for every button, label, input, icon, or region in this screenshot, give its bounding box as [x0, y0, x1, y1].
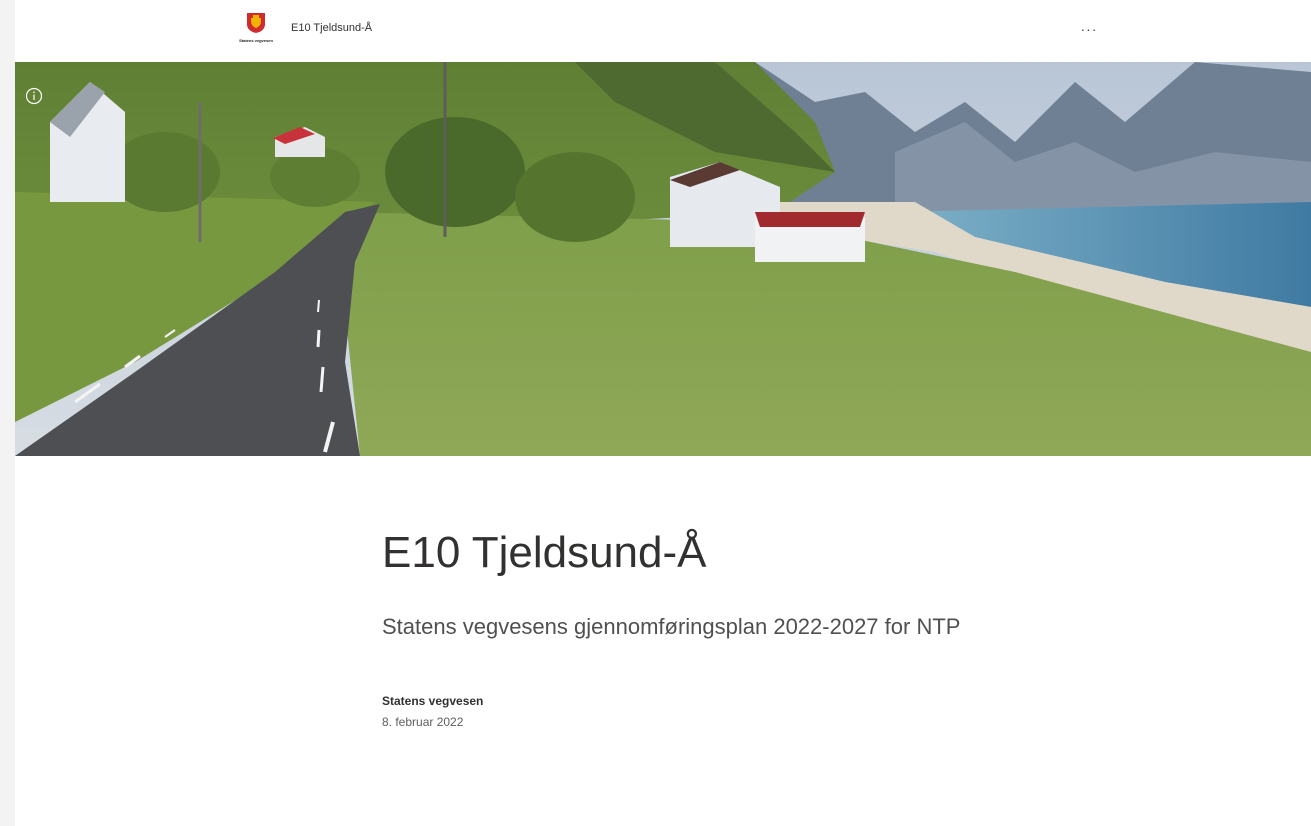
statens-vegvesen-shield-icon	[247, 13, 265, 33]
site-title[interactable]: E10 Tjeldsund-Å	[291, 22, 372, 34]
site-logo[interactable]: Statens vegvesen	[231, 12, 281, 52]
logo-wordmark: Statens vegvesen	[239, 38, 273, 43]
site-header: Statens vegvesen E10 Tjeldsund-Å ···	[15, 0, 1311, 62]
info-icon[interactable]	[25, 87, 43, 105]
hero-landscape-image	[15, 62, 1311, 456]
more-options-button[interactable]: ···	[1077, 18, 1101, 42]
page: Statens vegvesen E10 Tjeldsund-Å ··· E10…	[15, 0, 1311, 826]
publish-date: 8. februar 2022	[382, 715, 464, 729]
page-subtitle: Statens vegvesens gjennomføringsplan 202…	[382, 614, 961, 639]
article-title-block: E10 Tjeldsund-Å Statens vegvesens gjenno…	[382, 525, 1082, 729]
page-title: E10 Tjeldsund-Å	[382, 528, 707, 577]
hero-banner	[15, 62, 1311, 456]
author-name[interactable]: Statens vegvesen	[382, 694, 483, 708]
